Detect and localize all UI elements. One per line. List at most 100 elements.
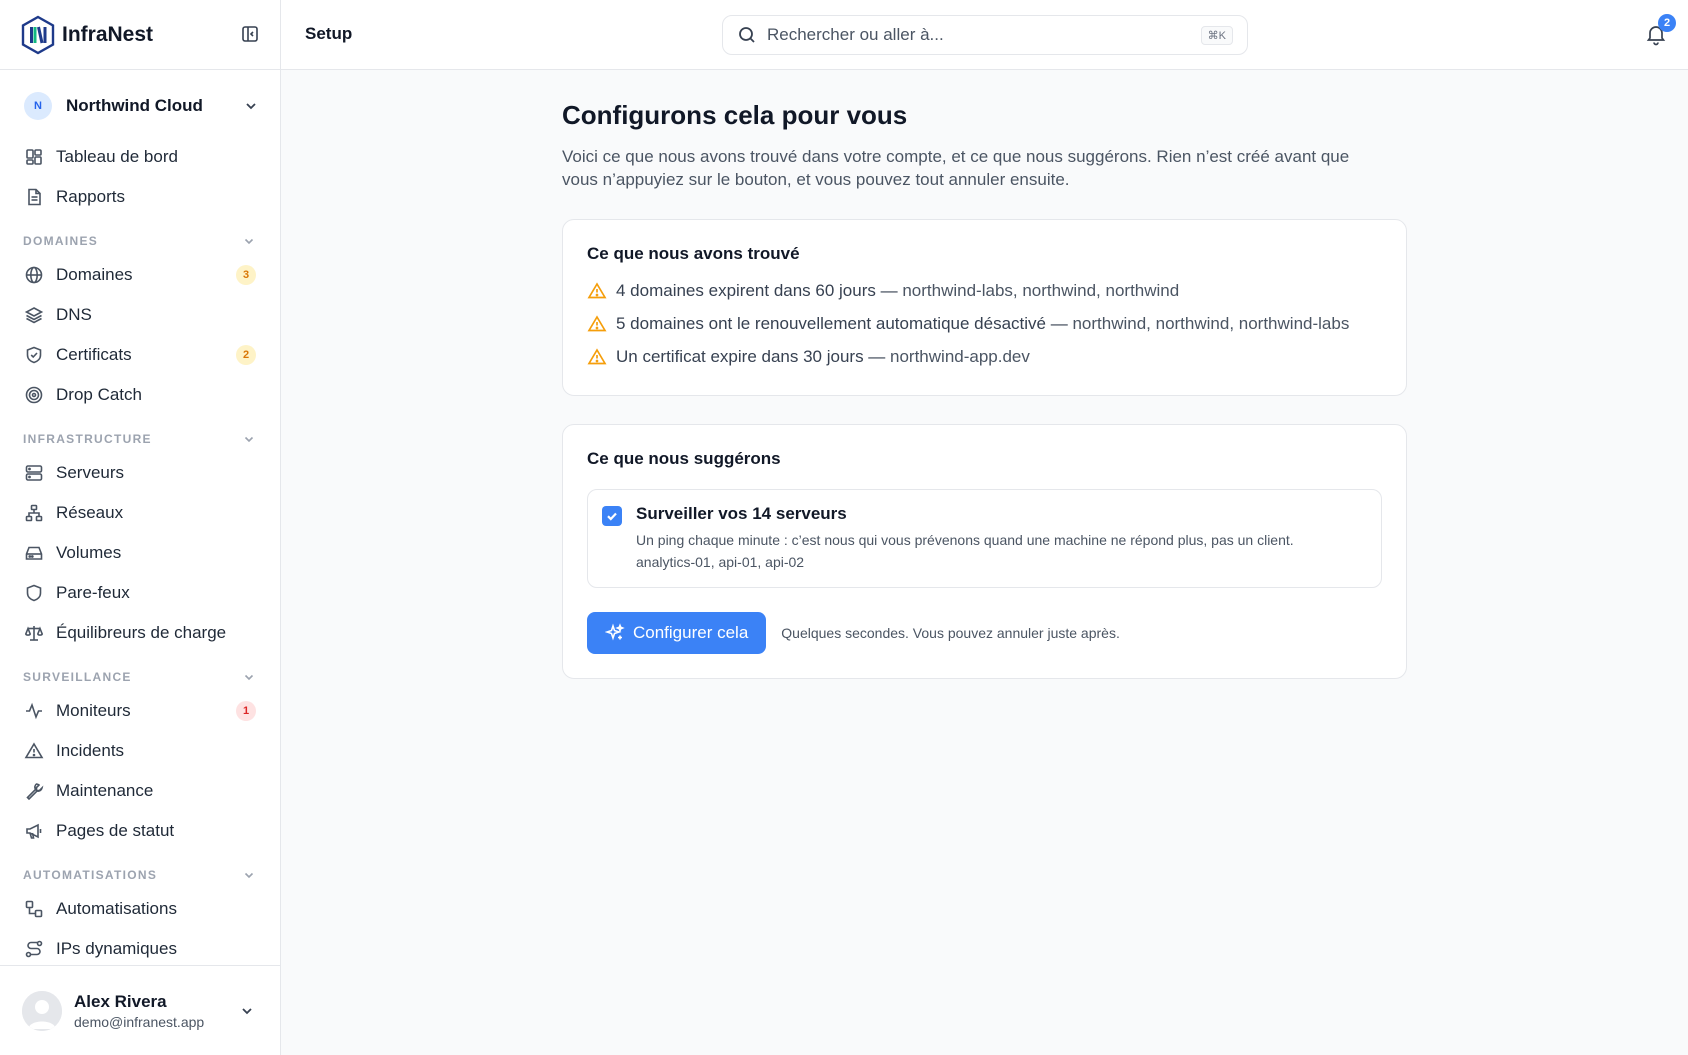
finding-text: Un certificat expire dans 30 jours [616,346,864,366]
sidebar-item-volumes[interactable]: Volumes [24,535,256,571]
dashboard-icon [26,149,42,165]
finding-item: Un certificat expire dans 30 jours — nor… [587,340,1382,373]
sidebar-item-label: Incidents [56,741,125,760]
section-title: AUTOMATISATIONS [23,868,158,882]
target-icon [25,386,43,404]
sidebar-item-load-balancers[interactable]: Équilibreurs de charge [24,615,256,651]
user-email: demo@infranest.app [74,1013,205,1030]
server-icon [25,465,43,481]
suggestion-hosts: analytics-01, api-01, api-02 [636,554,805,570]
configure-button[interactable]: Configurer cela [587,612,767,654]
shield-icon [26,584,42,602]
user-avatar-icon [22,990,62,1031]
globe-icon [25,266,43,284]
sidebar-item-dashboard[interactable]: Tableau de bord [24,139,256,175]
count-badge: 1 [236,701,256,721]
chevron-down-icon [244,674,254,681]
sidebar-item-automations[interactable]: Automatisations [24,891,256,927]
shield-check-icon [26,346,42,364]
section-header-automation[interactable]: AUTOMATISATIONS [23,866,256,884]
chevron-down-icon [244,238,254,245]
sidebar-item-label: DNS [56,305,92,324]
section-header-domains[interactable]: DOMAINES [23,232,256,250]
sidebar-item-certificates[interactable]: Certificats 2 [24,337,256,373]
configure-hint: Quelques secondes. Vous pouvez annuler j… [781,625,1120,641]
warning-icon [587,281,607,298]
sidebar-item-label: Moniteurs [56,701,131,720]
sidebar-item-label: Pare-feux [56,583,130,602]
section-title: SURVEILLANCE [23,670,132,684]
suggestion-text: Surveiller vos 14 serveurs Un ping chaqu… [636,504,1294,573]
search-input[interactable] [767,25,1201,45]
route-icon [25,940,43,958]
setup-subtitle: Voici ce que nous avons trouvé dans votr… [562,147,1350,189]
count-badge: 2 [236,345,256,365]
warning-icon [587,347,607,364]
workspace-avatar: N [24,92,52,120]
suggestion-item[interactable]: Surveiller vos 14 serveurs Un ping chaqu… [587,489,1382,588]
sidebar-item-monitors[interactable]: Moniteurs 1 [24,693,256,729]
warning-icon [587,314,607,331]
sidebar-item-label: Serveurs [56,463,125,482]
finding-item: 4 domaines expirent dans 60 jours — nort… [587,274,1382,307]
sidebar-item-drop-catch[interactable]: Drop Catch [24,377,256,413]
sidebar-item-reports[interactable]: Rapports [24,179,256,215]
sidebar-item-domains[interactable]: Domaines 3 [24,257,256,293]
user-info: Alex Rivera demo@infranest.app [74,992,238,1030]
avatar [22,990,62,1031]
collapse-sidebar-icon[interactable] [240,24,260,44]
chevron-down-icon [244,436,254,443]
activity-icon [26,702,42,720]
shortcut-hint: ⌘K [1200,25,1233,45]
found-card: Ce que nous avons trouvé 4 domaines expi… [562,219,1407,396]
finding-separator: — [863,346,891,366]
infranest-logo-icon [21,15,55,54]
user-name: Alex Rivera [74,991,167,1011]
sidebar-item-label: Rapports [56,187,125,206]
finding-item: 5 domaines ont le renouvellement automat… [587,307,1382,340]
suggestion-title: Surveiller vos 14 serveurs [636,504,847,523]
megaphone-icon [26,823,42,839]
sidebar-item-label: Drop Catch [56,385,142,404]
sidebar-item-maintenance[interactable]: Maintenance [24,773,256,809]
sidebar-item-firewalls[interactable]: Pare-feux [24,575,256,611]
main-content: Configurons cela pour vous Voici ce que … [562,100,1407,679]
workspace-switcher[interactable]: N Northwind Cloud [24,86,260,126]
sidebar-item-status-pages[interactable]: Pages de statut [24,813,256,849]
finding-detail: northwind-labs, northwind, northwind [902,280,1180,300]
finding-detail: northwind-app.dev [890,346,1030,366]
section-header-infrastructure[interactable]: INFRASTRUCTURE [23,430,256,448]
chevron-down-icon [242,1007,252,1014]
finding-separator: — [1046,313,1073,333]
sidebar-item-label: Réseaux [56,503,124,522]
search-bar[interactable]: ⌘K [722,15,1248,55]
section-title: INFRASTRUCTURE [23,432,152,446]
section-header-monitoring[interactable]: SURVEILLANCE [23,668,256,686]
file-text-icon [28,188,41,206]
chevron-down-icon [244,872,254,879]
alert-triangle-icon [24,742,44,759]
sparkles-icon [605,623,625,641]
suggestion-description: Un ping chaque minute : c’est nous qui v… [636,532,1294,548]
sidebar-item-label: Certificats [56,345,132,364]
sidebar-item-dns[interactable]: DNS [24,297,256,333]
monitor-servers-checkbox[interactable] [602,506,622,526]
finding-separator: — [875,280,903,300]
sidebar-item-incidents[interactable]: Incidents [24,733,256,769]
sidebar-item-dynamic-ips[interactable]: IPs dynamiques [24,931,256,967]
count-badge: 3 [236,265,256,285]
setup-title: Configurons cela pour vous [562,100,908,130]
action-row: Configurer cela Quelques secondes. Vous … [587,612,1382,654]
sidebar-item-networks[interactable]: Réseaux [24,495,256,531]
layers-icon [24,307,44,324]
sidebar-item-label: IPs dynamiques [56,939,177,958]
suggest-card: Ce que nous suggérons Surveiller vos 14 … [562,424,1407,679]
brand-name: InfraNest [62,22,154,46]
hard-drive-icon [25,546,43,560]
sidebar-item-servers[interactable]: Serveurs [24,455,256,491]
finding-detail: northwind, northwind, northwind-labs [1072,313,1350,333]
topbar: Setup ⌘K 2 [281,0,1688,70]
check-icon [607,512,617,521]
user-menu[interactable]: Alex Rivera demo@infranest.app [0,965,280,1055]
brand: InfraNest [0,0,280,70]
